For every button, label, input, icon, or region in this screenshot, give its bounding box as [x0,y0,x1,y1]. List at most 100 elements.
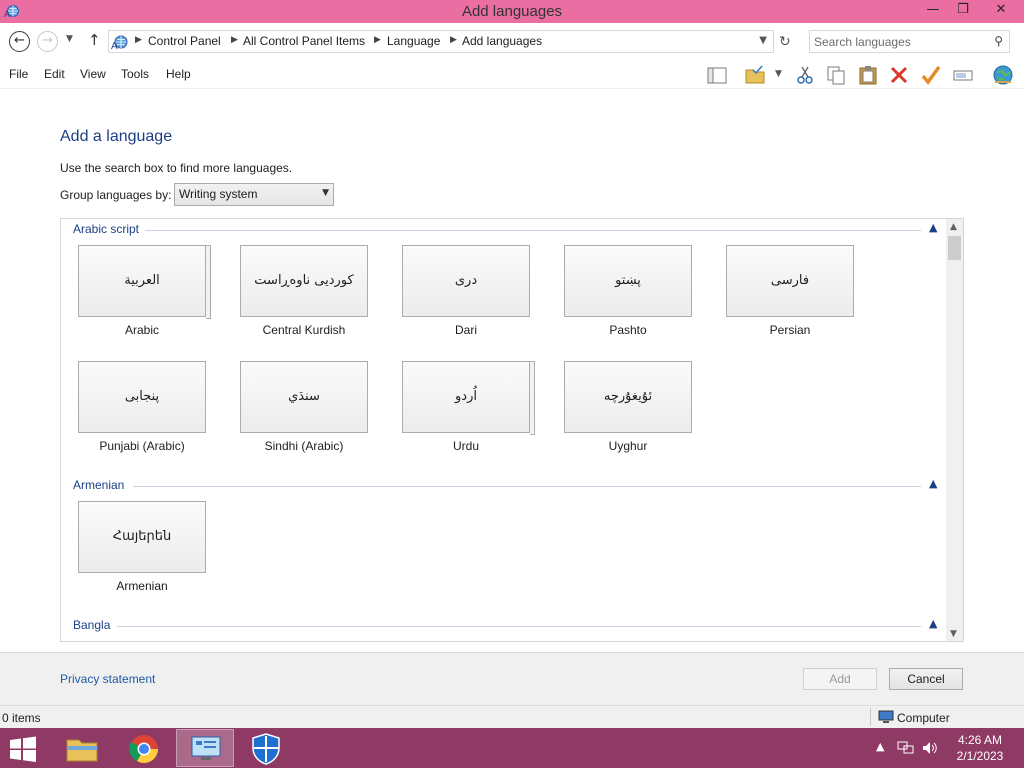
cut-icon[interactable] [794,64,816,86]
menu-edit[interactable]: Edit [44,67,65,81]
search-box[interactable]: ⚲ [809,30,1010,53]
main-content: Add a language Use the search box to fin… [0,90,1024,652]
language-label: Punjabi (Arabic) [99,439,185,453]
clock-date: 2/1/2023 [956,749,1004,763]
search-input[interactable] [814,34,984,50]
search-icon[interactable]: ⚲ [994,34,1003,48]
location-zone: Computer [897,711,950,725]
up-button[interactable]: ↑ [88,31,101,49]
group-divider [145,230,921,231]
address-history-dropdown[interactable]: ▼ [759,35,767,46]
language-tile-urdu[interactable]: اُردو [402,361,535,435]
language-tile-sindhi-arabic[interactable]: سنڌي [240,361,368,433]
volume-icon[interactable] [921,740,939,756]
page-title: Add a language [60,128,173,145]
taskbar: ▲ 4:26 AM 2/1/2023 [0,728,1024,768]
language-tile-persian[interactable]: فارسى [726,245,854,317]
organize-dropdown-icon[interactable]: ▼ [775,69,782,79]
privacy-statement-link[interactable]: Privacy statement [60,672,155,686]
collapse-group-icon[interactable]: ▲ [929,617,937,630]
group-by-value: Writing system [179,187,258,201]
taskbar-control-panel[interactable] [176,729,234,767]
native-name: سنڌي [288,389,320,404]
breadcrumb-separator[interactable]: ▶ [231,35,238,45]
language-tile-dari[interactable]: درى [402,245,530,317]
windows-start-icon[interactable] [8,736,38,762]
language-label: Central Kurdish [262,323,346,337]
language-tile-armenian[interactable]: Հայերեն [78,501,206,573]
breadcrumb-separator[interactable]: ▶ [450,35,457,45]
menu-bar: File Edit View Tools Help ▼ [0,61,1024,89]
language-tile-uyghur[interactable]: ئۇيغۇرچە [564,361,692,433]
menu-help[interactable]: Help [166,67,191,81]
scrollbar-thumb[interactable] [948,236,961,260]
group-divider [133,486,921,487]
menu-view[interactable]: View [80,67,106,81]
back-button[interactable]: ← [9,31,30,52]
language-tile-arabic[interactable]: العربية [78,245,211,319]
address-row: ← → ▼ ↑ A ▶ Control Panel ▶ All Control … [0,23,1024,61]
collapse-group-icon[interactable]: ▲ [929,221,937,234]
forward-button[interactable]: → [37,31,58,52]
copy-icon[interactable] [825,64,847,86]
collapse-group-icon[interactable]: ▲ [929,477,937,490]
group-by-select[interactable]: Writing system ▼ [174,183,334,206]
status-divider [870,708,871,726]
maximize-button[interactable]: ❐ [948,0,978,21]
add-button[interactable]: Add [803,668,877,690]
language-label: Persian [769,323,811,337]
layout-icon[interactable] [706,64,728,86]
group-name: Arabic script [73,222,140,236]
language-tile-pashto[interactable]: پښتو [564,245,692,317]
show-hidden-icons-icon[interactable]: ▲ [876,740,884,753]
properties-check-icon[interactable] [920,64,942,86]
native-name: درى [454,273,478,288]
language-tile-punjabi-arabic[interactable]: پنجابی [78,361,206,433]
language-label: Uyghur [608,439,648,453]
file-explorer-icon [66,739,98,762]
breadcrumb-add-languages[interactable]: Add languages [462,34,542,48]
taskbar-file-explorer[interactable] [53,729,111,767]
scroll-down-icon[interactable]: ▼ [950,629,957,639]
refresh-button[interactable]: ↻ [779,34,791,50]
native-name: اُردو [455,389,477,404]
group-name: Bangla [73,618,111,632]
breadcrumb-control-panel[interactable]: Control Panel [148,34,221,48]
close-button[interactable]: ✕ [982,0,1020,21]
breadcrumb-separator[interactable]: ▶ [374,35,381,45]
breadcrumb-separator[interactable]: ▶ [135,35,142,45]
instruction-text: Use the search box to find more language… [60,161,293,175]
paste-icon[interactable] [857,64,879,86]
breadcrumb-language[interactable]: Language [387,34,440,48]
native-name: فارسى [770,273,810,288]
menu-file[interactable]: File [9,67,28,81]
address-bar[interactable]: A ▶ Control Panel ▶ All Control Panel It… [108,30,774,53]
recent-pages-dropdown[interactable]: ▼ [66,34,73,44]
group-header-bangla: Bangla ▲ [73,617,945,634]
folder-check-icon[interactable] [744,64,766,86]
menu-tools[interactable]: Tools [121,67,149,81]
taskbar-defender[interactable] [237,729,295,767]
native-name: کوردیی ناوەڕاست [254,273,354,288]
dialog-footer: Privacy statement Add Cancel [0,652,1024,705]
language-label: Pashto [609,323,647,337]
scroll-up-icon[interactable]: ▲ [950,222,957,232]
network-icon[interactable] [897,740,915,756]
language-tile-central-kurdish[interactable]: کوردیی ناوەڕاست [240,245,368,317]
item-count: 0 items [2,711,41,725]
system-clock[interactable]: 4:26 AM 2/1/2023 [946,732,1014,764]
language-label: Dari [454,323,477,337]
taskbar-chrome[interactable] [115,729,173,767]
rename-icon[interactable] [952,64,974,86]
chrome-icon [129,735,158,763]
delete-icon[interactable] [888,64,910,86]
list-scrollbar[interactable]: ▲ ▼ [946,219,963,641]
globe-icon[interactable] [992,64,1014,86]
minimize-button[interactable]: — [918,0,948,21]
native-name: پنجابی [124,389,160,404]
control-panel-icon: A [111,35,128,51]
cancel-button[interactable]: Cancel [889,668,963,690]
native-name: پښتو [615,273,641,288]
breadcrumb-all-items[interactable]: All Control Panel Items [243,34,365,48]
svg-text:A: A [111,41,118,51]
